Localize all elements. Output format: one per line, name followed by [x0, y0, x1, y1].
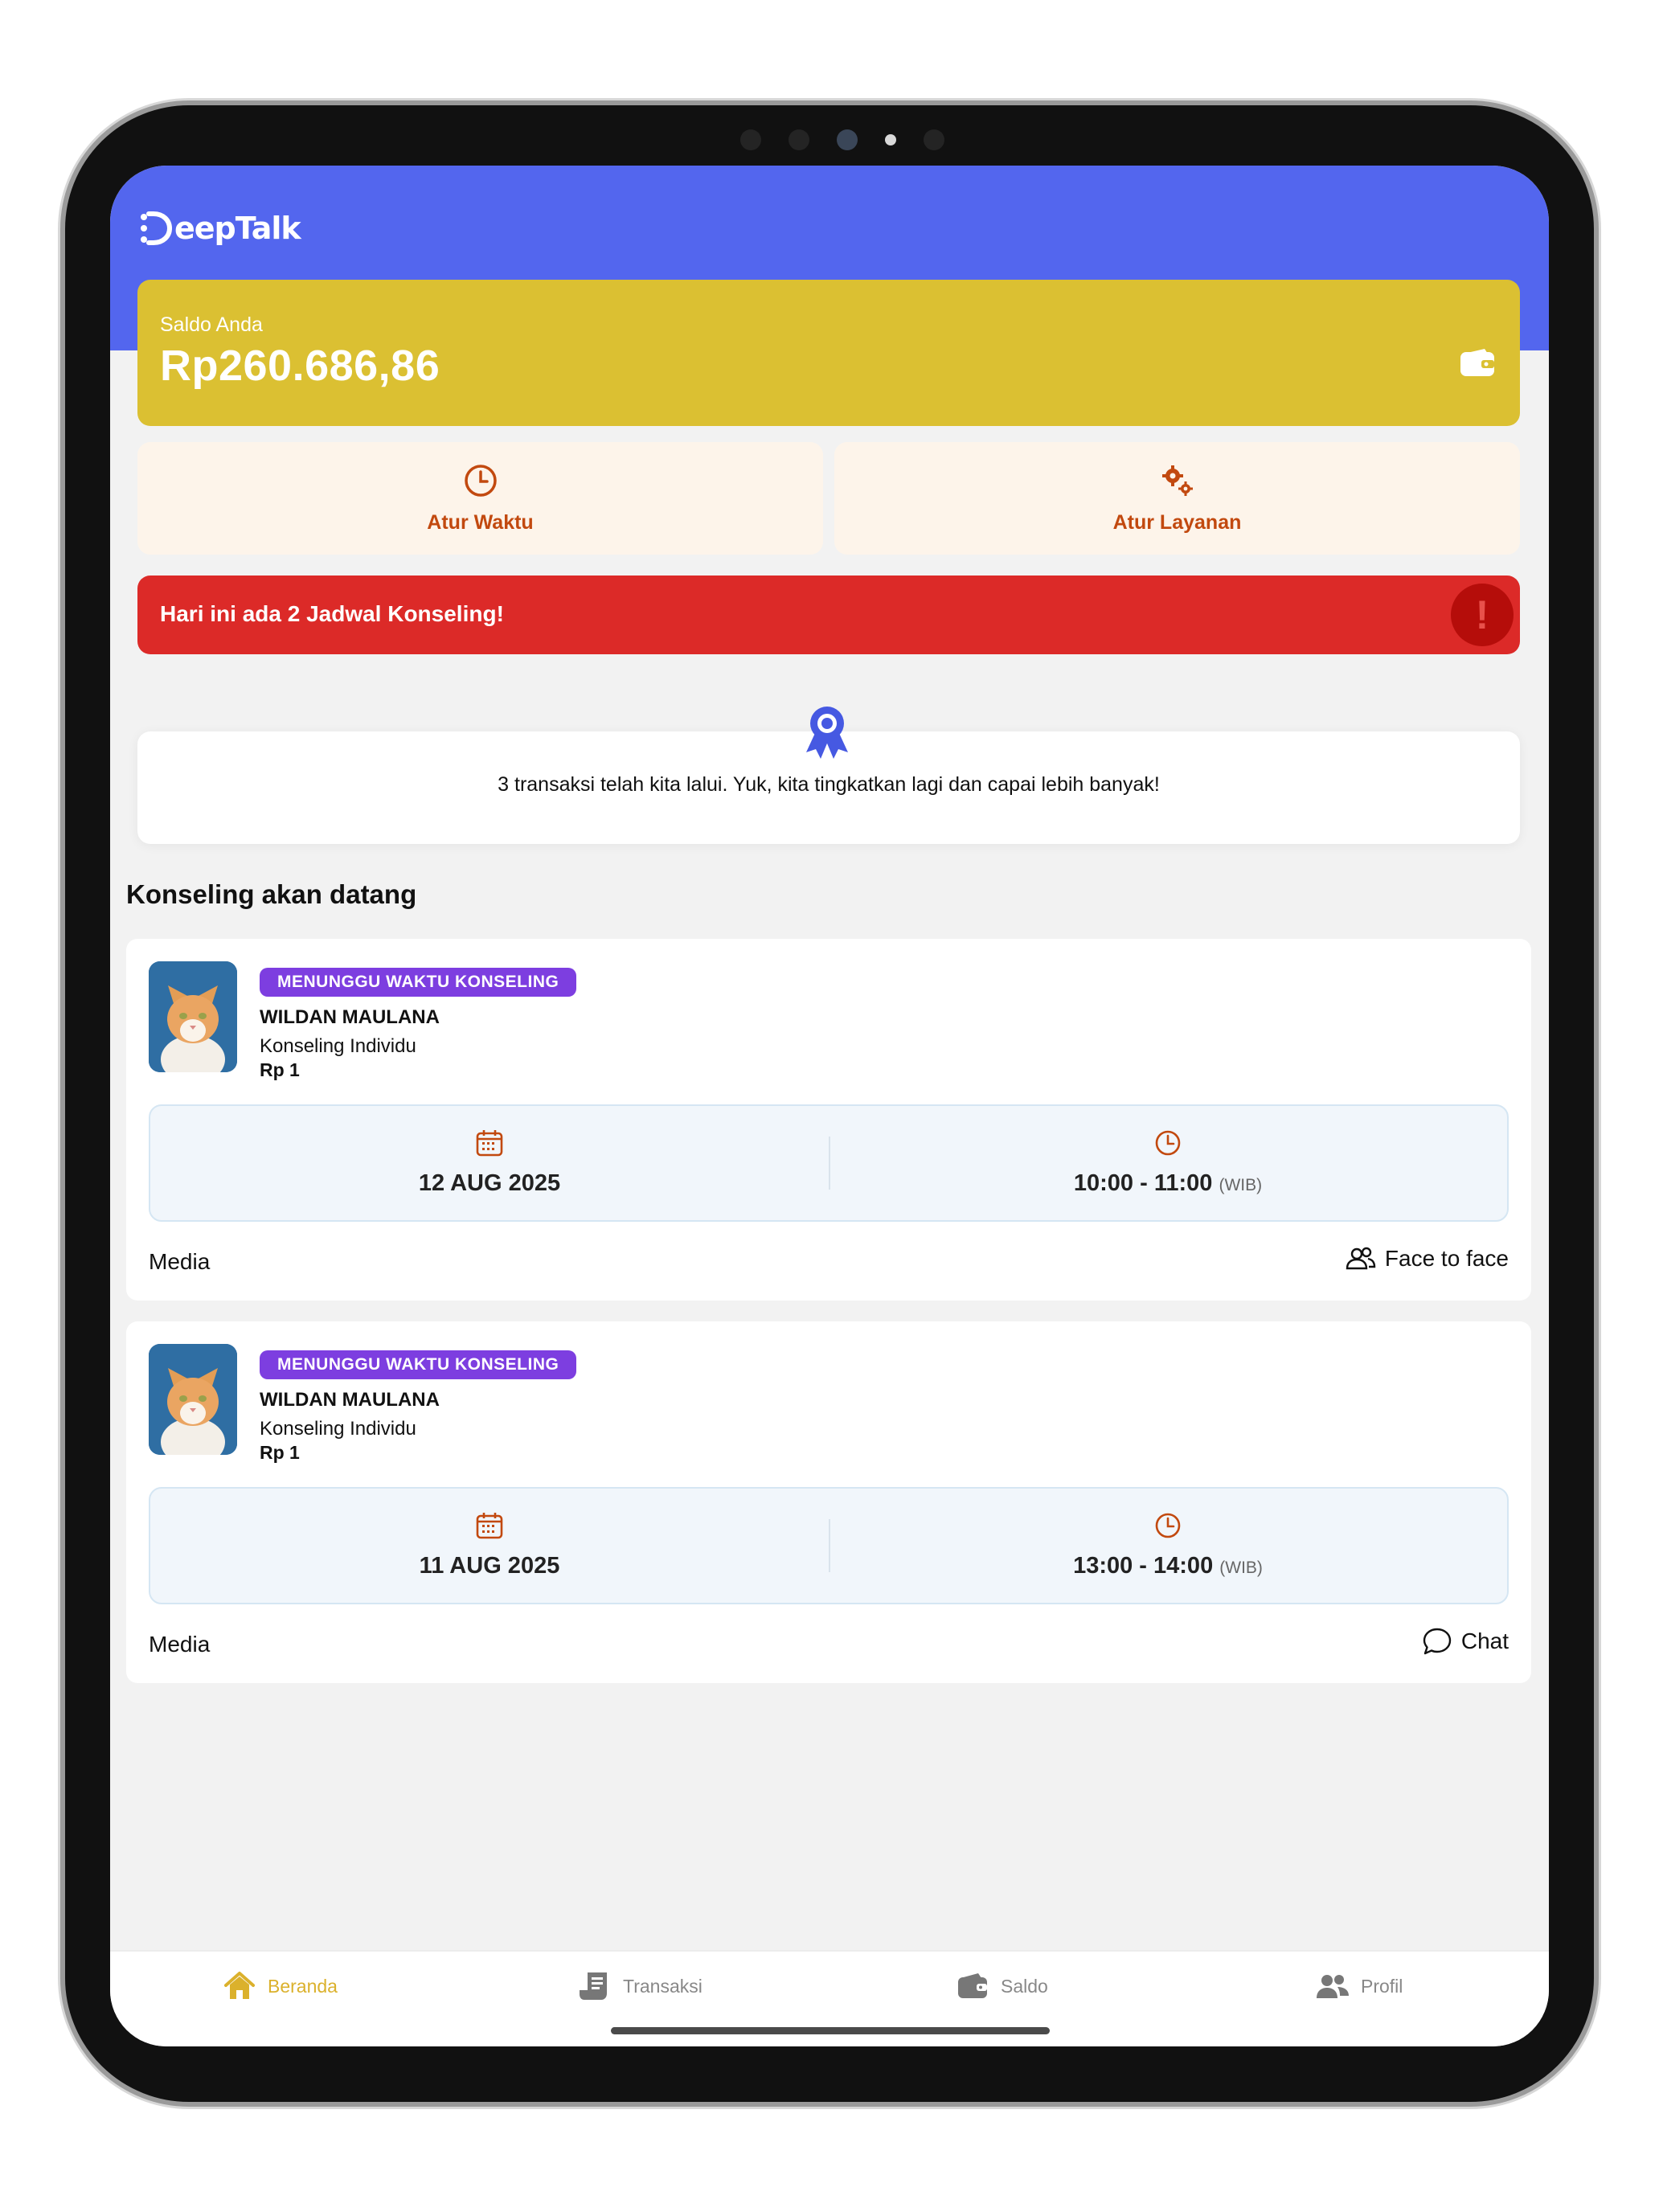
session-timezone: (WIB) [1219, 1176, 1263, 1194]
media-value-text: Chat [1460, 1628, 1509, 1653]
schedule-date: 11 AUG 2025 [150, 1489, 829, 1603]
media-label: Media [149, 1632, 211, 1657]
logo-icon [141, 211, 173, 245]
schedule-time: 13:00 - 14:00 (WIB) [829, 1489, 1507, 1603]
balance-label: Saldo Anda [160, 313, 263, 336]
tab-saldo[interactable]: Saldo [956, 1969, 1048, 2003]
cat-avatar-icon [149, 961, 237, 1072]
quick-actions: Atur Waktu Atur Layanan [137, 442, 1520, 555]
counselee-avatar [149, 961, 237, 1072]
tab-profil[interactable]: Profil [1316, 1969, 1403, 2003]
schedule-box: 11 AUG 2025 13:00 - 14:00 (WIB) [149, 1487, 1509, 1604]
alert-text: Hari ini ada 2 Jadwal Konseling! [160, 601, 504, 626]
wallet-icon [958, 1973, 987, 1998]
tab-transaksi[interactable]: Transaksi [578, 1969, 703, 2003]
award-badge-icon [806, 707, 848, 759]
cat-avatar-icon [149, 1344, 237, 1455]
counselee-avatar [149, 1344, 237, 1455]
media-value-text: Face to face [1384, 1246, 1509, 1271]
counselee-name: WILDAN MAULANA [260, 1006, 440, 1028]
balance-amount: Rp260.686,86 [160, 342, 440, 390]
promo-text: 3 transaksi telah kita lalui. Yuk, kita … [498, 773, 1160, 796]
atur-waktu-label: Atur Waktu [427, 510, 534, 534]
calendar-icon [476, 1130, 503, 1157]
clock-icon [1155, 1513, 1181, 1538]
sensor-dot [740, 129, 761, 150]
session-card[interactable]: MENUNGGU WAKTU KONSELING WILDAN MAULANA … [126, 1321, 1531, 1683]
status-badge: MENUNGGU WAKTU KONSELING [260, 1350, 577, 1379]
gears-icon [1161, 465, 1193, 496]
users-icon [1317, 1975, 1349, 1998]
people-icon [1346, 1247, 1376, 1270]
camera-lens [837, 129, 858, 150]
clock-icon [464, 464, 497, 497]
camera-bar [740, 128, 944, 152]
session-card[interactable]: MENUNGGU WAKTU KONSELING WILDAN MAULANA … [126, 939, 1531, 1301]
clock-icon [1155, 1130, 1181, 1156]
atur-layanan-label: Atur Layanan [1112, 510, 1242, 534]
atur-layanan-button[interactable]: Atur Layanan [834, 442, 1520, 555]
app-screen: eepTalk Saldo Anda Rp260.686,86 Atur Wak… [110, 166, 1549, 2046]
sensor-dot [924, 129, 944, 150]
session-price: Rp 1 [260, 1442, 300, 1463]
schedule-time: 10:00 - 11:00 (WIB) [829, 1106, 1507, 1220]
session-time: 10:00 - 11:00 [1073, 1170, 1213, 1196]
session-timezone: (WIB) [1219, 1559, 1263, 1577]
tab-label: Saldo [1001, 1975, 1048, 1997]
session-time: 13:00 - 14:00 [1073, 1553, 1214, 1579]
session-time-row: 13:00 - 14:00 (WIB) [829, 1553, 1507, 1579]
home-icon [224, 1972, 255, 1999]
media-value: Chat [1421, 1625, 1509, 1657]
balance-card[interactable]: Saldo Anda Rp260.686,86 [137, 280, 1520, 426]
camera-led [885, 134, 896, 145]
schedule-box: 12 AUG 2025 10:00 - 11:00 (WIB) [149, 1104, 1509, 1222]
atur-waktu-button[interactable]: Atur Waktu [137, 442, 823, 555]
deeptalk-logo[interactable]: eepTalk [137, 209, 301, 248]
exclamation-icon: ! [1451, 584, 1514, 646]
schedule-alert[interactable]: Hari ini ada 2 Jadwal Konseling! ! [137, 576, 1520, 654]
tab-label: Profil [1361, 1975, 1403, 1997]
session-date: 12 AUG 2025 [418, 1170, 561, 1196]
chat-bubble-icon [1423, 1628, 1452, 1655]
session-type: Konseling Individu [260, 1418, 416, 1440]
home-indicator[interactable] [611, 2027, 1050, 2034]
wallet-icon [1460, 349, 1494, 376]
tab-label: Beranda [268, 1975, 338, 1997]
schedule-date: 12 AUG 2025 [150, 1106, 829, 1220]
section-title: Konseling akan datang [126, 879, 417, 909]
tab-beranda[interactable]: Beranda [223, 1969, 338, 2003]
receipt-icon [580, 1972, 607, 2000]
tab-label: Transaksi [623, 1975, 703, 1997]
session-time-row: 10:00 - 11:00 (WIB) [829, 1170, 1507, 1197]
counselee-name: WILDAN MAULANA [260, 1389, 440, 1411]
media-label: Media [149, 1249, 211, 1274]
media-value: Face to face [1345, 1243, 1509, 1275]
session-type: Konseling Individu [260, 1035, 416, 1057]
status-badge: MENUNGGU WAKTU KONSELING [260, 968, 577, 997]
session-date: 11 AUG 2025 [419, 1553, 560, 1579]
logo-text: eepTalk [174, 211, 301, 246]
calendar-icon [476, 1513, 503, 1539]
session-price: Rp 1 [260, 1059, 300, 1080]
sensor-dot [789, 129, 809, 150]
